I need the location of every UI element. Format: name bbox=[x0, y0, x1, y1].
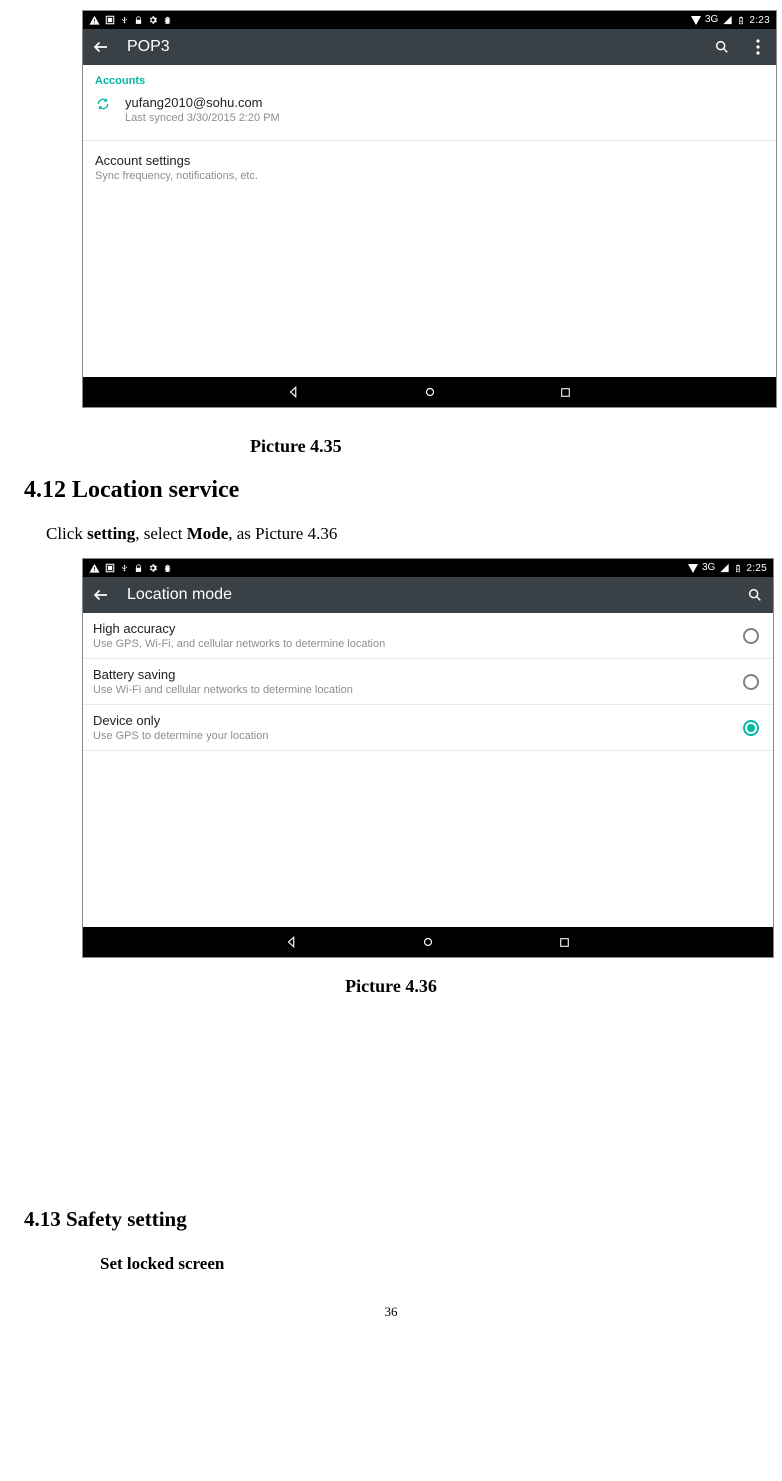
account-row[interactable]: yufang2010@sohu.com Last synced 3/30/201… bbox=[83, 93, 776, 134]
figure-caption-1: Picture 4.35 bbox=[250, 436, 772, 457]
account-email: yufang2010@sohu.com bbox=[125, 95, 280, 110]
nav-recent-button[interactable] bbox=[558, 384, 574, 400]
status-bar: 3G 2:23 bbox=[83, 11, 776, 29]
mode-subtitle: Use GPS, Wi-Fi, and cellular networks to… bbox=[93, 638, 385, 650]
intro-text: , as Picture 4.36 bbox=[228, 524, 337, 543]
screenshot-icon bbox=[105, 15, 115, 25]
intro-bold-mode: Mode bbox=[187, 524, 229, 543]
mode-row-high-accuracy[interactable]: High accuracy Use GPS, Wi-Fi, and cellul… bbox=[83, 613, 773, 659]
radio-battery-saving[interactable] bbox=[743, 674, 759, 690]
warning-icon bbox=[89, 15, 100, 26]
battery-icon bbox=[737, 15, 745, 26]
mode-title: Battery saving bbox=[93, 667, 353, 682]
network-type-label: 3G bbox=[702, 563, 715, 573]
mode-subtitle: Use GPS to determine your location bbox=[93, 730, 268, 742]
mode-subtitle: Use Wi-Fi and cellular networks to deter… bbox=[93, 684, 353, 696]
battery-icon bbox=[734, 563, 742, 574]
nav-back-button[interactable] bbox=[286, 384, 302, 400]
app-bar: POP3 bbox=[83, 29, 776, 65]
intro-text: Click bbox=[46, 524, 87, 543]
page-number: 36 bbox=[10, 1304, 772, 1328]
warning-icon bbox=[89, 563, 100, 574]
mode-title: Device only bbox=[93, 713, 268, 728]
nav-home-button[interactable] bbox=[420, 934, 436, 950]
section-413-subheading: Set locked screen bbox=[100, 1254, 772, 1274]
screenshot-icon bbox=[105, 563, 115, 573]
account-settings-subtitle: Sync frequency, notifications, etc. bbox=[95, 170, 764, 182]
app-bar-title: POP3 bbox=[127, 38, 170, 56]
nav-bar bbox=[83, 927, 773, 957]
nav-bar bbox=[83, 377, 776, 407]
settings-gear-icon bbox=[148, 15, 158, 25]
wifi-icon bbox=[688, 564, 698, 573]
nav-back-button[interactable] bbox=[284, 934, 300, 950]
cell-signal-icon bbox=[719, 563, 730, 573]
accounts-panel: Accounts yufang2010@sohu.com Last synced… bbox=[83, 65, 776, 377]
intro-bold-setting: setting bbox=[87, 524, 135, 543]
search-button[interactable] bbox=[712, 37, 732, 57]
debug-icon bbox=[163, 15, 172, 26]
lock-icon bbox=[134, 563, 143, 574]
back-button[interactable] bbox=[91, 37, 111, 57]
status-bar-right: 3G 2:25 bbox=[688, 563, 767, 574]
lock-icon bbox=[134, 15, 143, 26]
radio-high-accuracy[interactable] bbox=[743, 628, 759, 644]
app-bar: Location mode bbox=[83, 577, 773, 613]
section-412-intro: Click setting, select Mode, as Picture 4… bbox=[46, 524, 772, 544]
nav-recent-button[interactable] bbox=[556, 934, 572, 950]
radio-device-only[interactable] bbox=[743, 720, 759, 736]
section-heading-412: 4.12 Location service bbox=[24, 477, 772, 504]
screenshot-pop3-accounts: 3G 2:23 POP3 bbox=[82, 10, 777, 408]
account-last-sync: Last synced 3/30/2015 2:20 PM bbox=[125, 112, 280, 124]
mode-title: High accuracy bbox=[93, 621, 385, 636]
accounts-section-label: Accounts bbox=[83, 65, 776, 93]
overflow-menu-button[interactable] bbox=[748, 37, 768, 57]
mode-row-device-only[interactable]: Device only Use GPS to determine your lo… bbox=[83, 705, 773, 751]
usb-icon bbox=[120, 15, 129, 26]
status-bar-left bbox=[89, 15, 172, 26]
intro-text: , select bbox=[135, 524, 186, 543]
section-heading-413: 4.13 Safety setting bbox=[24, 1207, 772, 1232]
account-settings-title: Account settings bbox=[95, 153, 764, 168]
figure-caption-2: Picture 4.36 bbox=[10, 976, 772, 997]
clock-time: 2:23 bbox=[749, 15, 770, 26]
debug-icon bbox=[163, 563, 172, 574]
app-bar-title: Location mode bbox=[127, 586, 232, 604]
sync-icon bbox=[95, 95, 111, 111]
status-bar-left bbox=[89, 563, 172, 574]
account-settings-row[interactable]: Account settings Sync frequency, notific… bbox=[83, 147, 776, 192]
divider bbox=[83, 140, 776, 141]
nav-home-button[interactable] bbox=[422, 384, 438, 400]
cell-signal-icon bbox=[722, 15, 733, 25]
settings-gear-icon bbox=[148, 563, 158, 573]
wifi-icon bbox=[691, 16, 701, 25]
mode-row-battery-saving[interactable]: Battery saving Use Wi-Fi and cellular ne… bbox=[83, 659, 773, 705]
status-bar-right: 3G 2:23 bbox=[691, 15, 770, 26]
search-button[interactable] bbox=[745, 585, 765, 605]
network-type-label: 3G bbox=[705, 15, 718, 25]
back-button[interactable] bbox=[91, 585, 111, 605]
status-bar: 3G 2:25 bbox=[83, 559, 773, 577]
usb-icon bbox=[120, 563, 129, 574]
screenshot-location-mode: 3G 2:25 Location mode bbox=[82, 558, 774, 958]
location-mode-list: High accuracy Use GPS, Wi-Fi, and cellul… bbox=[83, 613, 773, 927]
clock-time: 2:25 bbox=[746, 563, 767, 574]
